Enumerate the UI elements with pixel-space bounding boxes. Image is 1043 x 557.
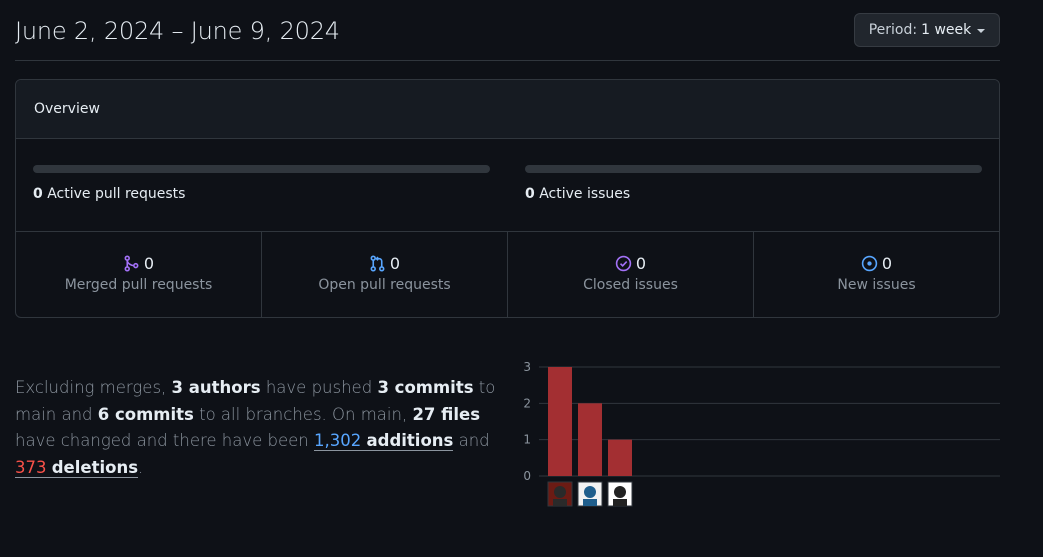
stat-closed-issues[interactable]: 0 Closed issues	[508, 232, 754, 317]
open-pr-label: Open pull requests	[318, 277, 451, 293]
active-issues-bar	[525, 165, 982, 173]
header-divider	[15, 60, 1000, 61]
stat-new-issues[interactable]: 0 New issues	[754, 232, 999, 317]
overview-activity-bars: 0 Active pull requests 0 Active issues	[16, 139, 999, 232]
avatar-head	[584, 486, 596, 498]
overview-panel: Overview 0 Active pull requests 0 Active…	[15, 79, 1000, 318]
chevron-down-icon	[977, 29, 986, 33]
stat-open-pull-requests[interactable]: 0 Open pull requests	[262, 232, 508, 317]
summary-text-5: have changed and there have been	[15, 431, 309, 450]
commits-by-author-chart: 0 1 2 3	[523, 360, 1000, 507]
overview-header: Overview	[16, 80, 999, 139]
additions-link[interactable]: 1,302 additions	[314, 431, 454, 451]
author-avatar[interactable]	[607, 481, 633, 507]
merged-pr-count: 0	[143, 254, 155, 273]
active-pull-requests-label: Active pull requests	[47, 186, 186, 202]
avatar-head	[554, 486, 566, 498]
chart-bar[interactable]	[548, 367, 572, 476]
chart-bar[interactable]	[578, 403, 602, 476]
new-issues-count: 0	[881, 254, 893, 273]
closed-issues-count: 0	[635, 254, 647, 273]
avatar-body	[553, 499, 567, 506]
y-tick-label: 3	[523, 360, 531, 374]
stat-merged-pull-requests[interactable]: 0 Merged pull requests	[16, 232, 262, 317]
period-label: Period:	[868, 22, 918, 38]
pulse-page: June 2, 2024 – June 9, 2024 Period: 1 we…	[0, 0, 1043, 557]
period-dropdown-button[interactable]: Period: 1 week	[854, 13, 1000, 47]
deletions-count: 373	[15, 457, 47, 477]
summary-text-2: have pushed	[265, 378, 373, 397]
summary-authors: 3 authors	[171, 378, 261, 397]
active-issues-count: 0	[525, 186, 535, 202]
new-issues-label: New issues	[837, 277, 916, 293]
summary-text-7: .	[138, 457, 144, 477]
open-pr-icon	[370, 255, 385, 272]
author-avatar[interactable]	[547, 481, 573, 507]
closed-issues-label: Closed issues	[583, 277, 678, 293]
active-issues-label: Active issues	[539, 186, 631, 202]
additions-word: additions	[366, 431, 454, 450]
active-pull-requests-bar	[33, 165, 490, 173]
overview-title: Overview	[34, 101, 100, 117]
y-tick-label: 2	[523, 396, 531, 410]
y-tick-label: 1	[523, 433, 531, 447]
closed-issue-icon	[615, 255, 632, 272]
active-issues-block[interactable]: 0 Active issues	[525, 165, 982, 202]
summary-text-4: to all branches. On main,	[199, 404, 408, 424]
new-issue-icon	[861, 255, 878, 272]
avatar-head	[614, 486, 626, 498]
author-avatar[interactable]	[577, 481, 603, 507]
active-pull-requests-count: 0	[33, 186, 43, 202]
avatar-body	[583, 499, 597, 506]
active-pull-requests-block[interactable]: 0 Active pull requests	[33, 165, 490, 202]
additions-count: 1,302	[314, 431, 362, 450]
summary-text-6: and	[458, 431, 490, 450]
deletions-word: deletions	[51, 457, 139, 477]
commit-summary: Excluding merges, 3 authors have pushed …	[15, 375, 510, 481]
open-pr-count: 0	[389, 254, 401, 273]
summary-text-1: Excluding merges,	[15, 378, 167, 397]
merged-pr-icon	[124, 255, 139, 272]
summary-commits-main: 3 commits	[377, 378, 474, 397]
date-range-title: June 2, 2024 – June 9, 2024	[15, 17, 340, 45]
overview-stats: 0 Merged pull requests 0 Open pull reque…	[16, 232, 999, 317]
summary-commits-all: 6 commits	[97, 404, 194, 424]
avatar-body	[613, 499, 627, 506]
chart-bar[interactable]	[608, 439, 632, 476]
period-value: 1 week	[921, 22, 972, 38]
summary-files: 27 files	[412, 404, 481, 424]
deletions-link[interactable]: 373 deletions	[15, 457, 139, 478]
y-tick-label: 0	[523, 469, 531, 483]
merged-pr-label: Merged pull requests	[64, 277, 213, 293]
